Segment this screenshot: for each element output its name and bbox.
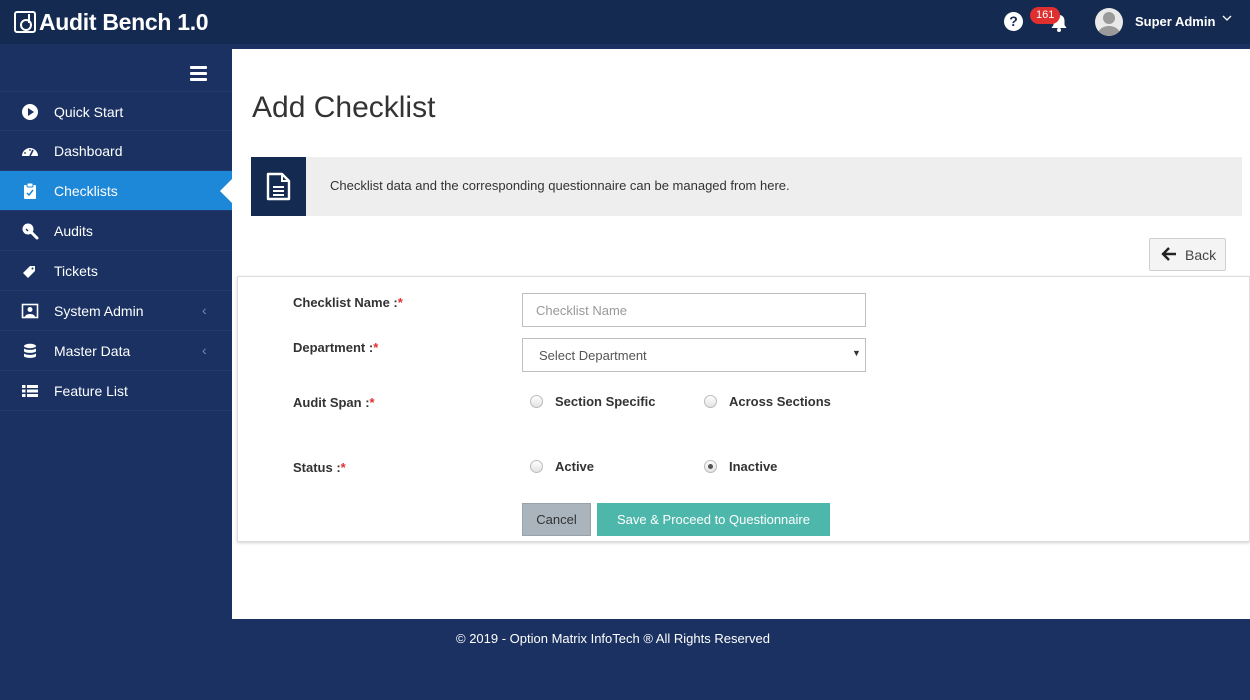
sidebar-item-label: Tickets: [54, 263, 98, 279]
play-circle-icon: [22, 104, 38, 120]
sidebar-item-label: Dashboard: [54, 143, 123, 159]
sidebar-item-quick-start[interactable]: Quick Start: [0, 91, 232, 131]
radio-button[interactable]: [530, 460, 543, 473]
status-label: Status :*: [293, 460, 346, 475]
radio-label: Across Sections: [729, 394, 831, 409]
info-text: Checklist data and the corresponding que…: [330, 178, 790, 193]
radio-label: Inactive: [729, 459, 778, 474]
info-icon-box: [251, 157, 306, 216]
radio-button-checked[interactable]: [704, 460, 717, 473]
radio-active[interactable]: Active: [530, 459, 594, 474]
speedometer-icon: [22, 148, 38, 157]
audit-bench-logo-icon: [14, 11, 36, 33]
radio-label: Active: [555, 459, 595, 474]
arrow-left-icon: [1161, 246, 1177, 266]
radio-label: Section Specific: [555, 394, 656, 409]
radio-button[interactable]: [704, 395, 717, 408]
footer-copyright: © 2019 - Option Matrix InfoTech ® All Ri…: [456, 631, 770, 646]
radio-section-specific[interactable]: Section Specific: [530, 394, 655, 409]
database-icon: [24, 343, 36, 358]
back-button-label: Back: [1185, 247, 1217, 263]
checklist-form: Checklist Name :* Department :* Select D…: [237, 276, 1250, 542]
main-content: Add Checklist Checklist data and the cor…: [232, 49, 1250, 619]
chevron-left-icon: ‹: [202, 342, 207, 358]
user-avatar[interactable]: [1095, 8, 1123, 36]
checklist-name-label: Checklist Name :*: [293, 295, 403, 310]
user-name[interactable]: Super Admin: [1135, 14, 1215, 29]
department-selected-value: Select Department: [539, 348, 647, 363]
document-icon: [266, 172, 291, 201]
required-mark: *: [397, 295, 403, 310]
sidebar-item-label: Audits: [54, 223, 93, 239]
app-title: Audit Bench 1.0: [39, 8, 209, 35]
radio-across-sections[interactable]: Across Sections: [704, 394, 831, 409]
help-icon[interactable]: ?: [1004, 12, 1023, 31]
sidebar-item-audits[interactable]: Audits: [0, 211, 232, 251]
footer: © 2019 - Option Matrix InfoTech ® All Ri…: [232, 619, 1250, 700]
sidebar-item-label: Feature List: [54, 383, 128, 399]
admin-icon: [21, 303, 39, 319]
sidebar-item-tickets[interactable]: Tickets: [0, 251, 232, 291]
app-brand[interactable]: Audit Bench 1.0: [14, 8, 209, 36]
sidebar-item-system-admin[interactable]: System Admin ‹: [0, 291, 232, 331]
cancel-button[interactable]: Cancel: [522, 503, 591, 536]
sidebar-item-master-data[interactable]: Master Data ‹: [0, 331, 232, 371]
info-banner: Checklist data and the corresponding que…: [251, 157, 1242, 216]
audit-span-label: Audit Span :*: [293, 395, 375, 410]
back-button[interactable]: Back: [1149, 238, 1226, 271]
required-mark: *: [373, 340, 379, 355]
required-mark: *: [340, 460, 346, 475]
notification-badge[interactable]: 161: [1030, 7, 1061, 24]
sidebar-item-label: Quick Start: [54, 104, 124, 120]
radio-button[interactable]: [530, 395, 543, 408]
department-label: Department :*: [293, 340, 379, 355]
sidebar-item-label: Master Data: [54, 343, 131, 359]
radio-inactive[interactable]: Inactive: [704, 459, 777, 474]
sidebar-item-checklists[interactable]: Checklists: [0, 171, 232, 211]
save-proceed-button[interactable]: Save & Proceed to Questionnaire: [597, 503, 830, 536]
checklist-name-input[interactable]: [522, 293, 866, 327]
sidebar-nav: Quick Start Dashboard Checklists Audits …: [0, 91, 232, 411]
sidebar-item-feature-list[interactable]: Feature List: [0, 371, 232, 411]
list-icon: [22, 385, 38, 397]
ticket-icon: [23, 266, 35, 278]
chevron-left-icon: ‹: [202, 302, 207, 318]
top-navbar: Audit Bench 1.0 ? 161 Super Admin: [0, 0, 1250, 44]
sidebar-item-label: System Admin: [54, 303, 144, 319]
required-mark: *: [369, 395, 375, 410]
page-title: Add Checklist: [252, 91, 436, 124]
sidebar: Quick Start Dashboard Checklists Audits …: [0, 44, 232, 619]
sidebar-item-label: Checklists: [54, 183, 118, 199]
sidebar-item-dashboard[interactable]: Dashboard: [0, 131, 232, 171]
clipboard-icon: [24, 182, 36, 199]
magnifier-icon: [22, 223, 39, 240]
hamburger-menu-icon[interactable]: [190, 66, 207, 81]
department-select[interactable]: Select Department ▼: [522, 338, 866, 372]
user-menu-chevron-icon[interactable]: [1222, 13, 1232, 26]
caret-down-icon: ▼: [852, 348, 861, 358]
